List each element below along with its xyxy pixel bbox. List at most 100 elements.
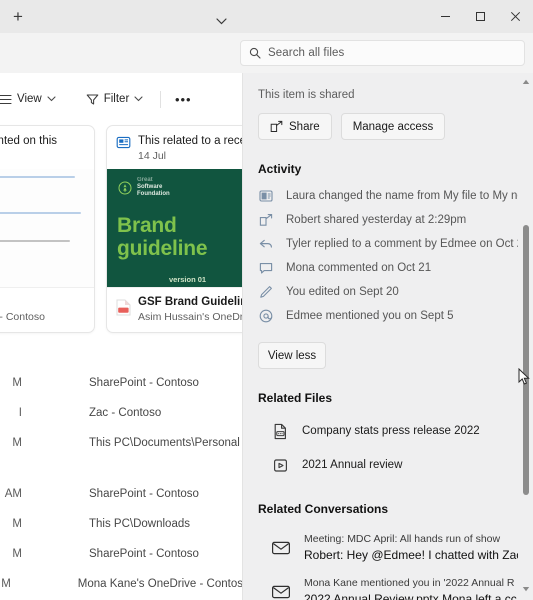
card-title: mmented on this xyxy=(0,134,57,148)
brand-heading-line2: guideline xyxy=(117,237,243,260)
list-item[interactable]: Robert shared yesterday at 2:29pm xyxy=(258,211,518,235)
row-location: SharePoint - Contoso xyxy=(89,548,199,560)
scrollbar-thumb[interactable] xyxy=(523,225,529,495)
conversation-subject: Meeting: MDC April: All hands run of sho… xyxy=(304,532,518,547)
details-scrollbar[interactable] xyxy=(518,73,533,600)
conversation-subject: Mona Kane mentioned you in '2022 Annual … xyxy=(304,576,517,591)
related-files-list: Company stats press release 2022 2021 An… xyxy=(243,405,518,482)
details-pane: This item is shared Share Manage access … xyxy=(243,73,533,600)
table-row[interactable]: M This PC\Documents\Personal xyxy=(0,428,243,458)
scroll-down-arrow-icon[interactable] xyxy=(518,582,533,596)
minimize-button[interactable] xyxy=(428,0,463,33)
share-button[interactable]: Share xyxy=(258,113,332,140)
list-item[interactable]: Meeting: MDC April: All hands run of sho… xyxy=(258,526,518,570)
brand-logo-line3: Foundation xyxy=(137,191,170,198)
row-time: M xyxy=(0,437,22,449)
list-item[interactable]: Edmee mentioned you on Sept 5 xyxy=(258,307,518,331)
share-icon xyxy=(258,212,274,228)
row-group-gap xyxy=(0,458,243,479)
plus-icon: + xyxy=(13,8,23,25)
card-file-name: GSF Brand Guideline xyxy=(138,295,243,309)
search-icon xyxy=(249,47,261,59)
related-conversations-title: Related Conversations xyxy=(243,482,518,516)
address-expand-button[interactable] xyxy=(212,12,230,30)
related-file-name: 2021 Annual review xyxy=(302,459,402,471)
table-row[interactable]: M This PC\Downloads xyxy=(0,509,243,539)
news-icon xyxy=(116,135,131,155)
window-controls xyxy=(428,0,533,33)
table-row[interactable]: AM SharePoint - Contoso xyxy=(0,479,243,509)
shared-status: This item is shared xyxy=(243,73,518,101)
table-row[interactable]: I Zac - Contoso xyxy=(0,398,243,428)
share-button-label: Share xyxy=(289,121,320,133)
tree-logo-icon xyxy=(117,180,132,195)
recommended-card[interactable]: This related to a recen 14 Jul xyxy=(106,125,243,333)
filter-label: Filter xyxy=(104,93,130,105)
view-label: View xyxy=(17,93,42,105)
share-icon xyxy=(270,120,283,133)
chevron-down-icon xyxy=(47,96,56,102)
view-less-button[interactable]: View less xyxy=(258,342,326,369)
maximize-icon xyxy=(475,11,486,22)
table-row[interactable]: M Mona Kane's OneDrive - Contos xyxy=(0,569,243,599)
view-less-wrapper: View less xyxy=(243,331,518,369)
file-explorer-window: + xyxy=(0,0,533,600)
card-footer-text: tes Drive - Contoso xyxy=(0,295,45,324)
list-item[interactable]: Tyler replied to a comment by Edmee on O… xyxy=(258,235,518,259)
conversation-preview: 2022 Annual Review.pptx Mona left a cc xyxy=(304,591,517,600)
conversation-text: Mona Kane mentioned you in '2022 Annual … xyxy=(304,576,517,600)
pencil-icon xyxy=(258,284,274,300)
row-time: M xyxy=(0,578,11,590)
row-location: SharePoint - Contoso xyxy=(89,377,199,389)
search-input[interactable]: Search all files xyxy=(240,40,525,66)
chevron-down-icon xyxy=(216,18,227,25)
list-item[interactable]: Laura changed the name from My file to M… xyxy=(258,187,518,211)
card-header: mmented on this PM xyxy=(0,126,94,169)
table-row[interactable]: M SharePoint - Contoso xyxy=(0,539,243,569)
filter-button[interactable]: Filter xyxy=(79,85,151,113)
list-item[interactable]: Company stats press release 2022 xyxy=(258,414,518,448)
card-subtitle: 14 Jul xyxy=(138,149,243,163)
row-location: SharePoint - Contoso xyxy=(89,488,199,500)
list-item[interactable]: Mona commented on Oct 21 xyxy=(258,259,518,283)
close-button[interactable] xyxy=(498,0,533,33)
brand-heading: Brand guideline xyxy=(117,214,243,260)
activity-text: Mona commented on Oct 21 xyxy=(286,260,431,276)
row-time: I xyxy=(0,407,22,419)
pdf-file-icon xyxy=(116,299,131,321)
manage-access-button[interactable]: Manage access xyxy=(341,113,446,140)
activity-section-title: Activity xyxy=(243,140,518,176)
card-header: This related to a recen 14 Jul xyxy=(107,126,243,169)
details-pane-content: This item is shared Share Manage access … xyxy=(243,73,518,600)
maximize-button[interactable] xyxy=(463,0,498,33)
activity-text: You edited on Sept 20 xyxy=(286,284,399,300)
manage-access-label: Manage access xyxy=(353,121,434,133)
conversation-text: Meeting: MDC April: All hands run of sho… xyxy=(304,532,518,564)
card-file-location: Drive - Contoso xyxy=(0,310,45,324)
list-item[interactable]: You edited on Sept 20 xyxy=(258,283,518,307)
recommended-card[interactable]: mmented on this PM xyxy=(0,125,95,333)
brand-logo-line1: Great xyxy=(137,177,170,184)
command-toolbar: View Filter xyxy=(0,83,243,115)
card-subtitle: PM xyxy=(0,149,57,163)
row-location: Zac - Contoso xyxy=(89,407,161,419)
more-options-button[interactable]: ••• xyxy=(169,85,197,113)
list-item[interactable]: Mona Kane mentioned you in '2022 Annual … xyxy=(258,570,518,600)
card-file-name: tes xyxy=(0,295,45,309)
brand-logo: Great Software Foundation xyxy=(117,177,243,198)
activity-text: Tyler replied to a comment by Edmee on O… xyxy=(286,236,530,252)
activity-list: Laura changed the name from My file to M… xyxy=(243,176,518,331)
reply-icon xyxy=(258,236,274,252)
funnel-icon xyxy=(86,93,99,106)
scroll-up-arrow-icon[interactable] xyxy=(518,75,533,89)
row-time: M xyxy=(0,518,22,530)
table-row[interactable]: M SharePoint - Contoso xyxy=(0,368,243,398)
mail-icon xyxy=(271,582,291,600)
list-item[interactable]: 2021 Annual review xyxy=(258,448,518,482)
view-button[interactable]: View xyxy=(0,85,63,113)
card-footer: tes Drive - Contoso xyxy=(0,287,94,332)
card-footer: GSF Brand Guideline Asim Hussain's OneDr… xyxy=(107,287,243,332)
minimize-icon xyxy=(440,11,451,22)
new-tab-button[interactable]: + xyxy=(0,2,36,32)
mail-icon xyxy=(271,538,291,558)
